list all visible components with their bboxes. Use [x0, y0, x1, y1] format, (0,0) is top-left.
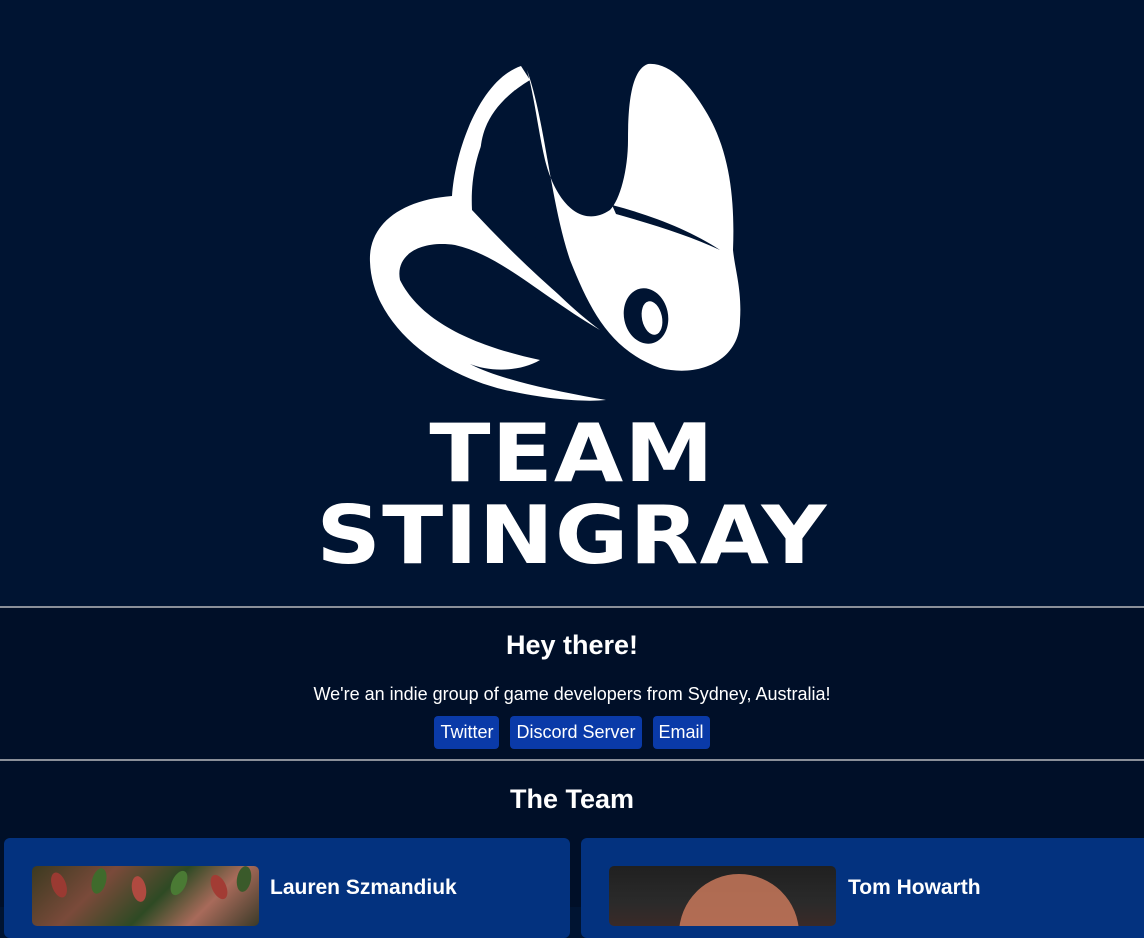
- member-name: Lauren Szmandiuk: [270, 876, 457, 899]
- logo-line-stingray: STINGRAY: [316, 489, 828, 582]
- member-photo: [609, 866, 836, 926]
- hero-header: TEAM STINGRAY: [0, 0, 1144, 606]
- email-link[interactable]: Email: [652, 716, 710, 749]
- intro-section: Hey there! We're an indie group of game …: [0, 608, 1144, 759]
- intro-description: We're an indie group of game developers …: [313, 684, 831, 704]
- team-heading: The Team: [509, 784, 635, 814]
- logo-line-team: TEAM: [429, 407, 715, 500]
- intro-heading: Hey there!: [505, 630, 639, 660]
- team-member-card: Tom Howarth: [581, 838, 1144, 938]
- stingray-icon: [369, 63, 741, 401]
- social-links: Twitter Discord Server Email: [0, 716, 1144, 749]
- member-name: Tom Howarth: [848, 876, 981, 899]
- team-section: The Team Lauren Szmandiuk Tom Howarth: [0, 761, 1144, 938]
- twitter-link[interactable]: Twitter: [434, 716, 500, 749]
- discord-server-link[interactable]: Discord Server: [510, 716, 642, 749]
- member-photo: [32, 866, 259, 926]
- team-member-card: Lauren Szmandiuk: [4, 838, 570, 938]
